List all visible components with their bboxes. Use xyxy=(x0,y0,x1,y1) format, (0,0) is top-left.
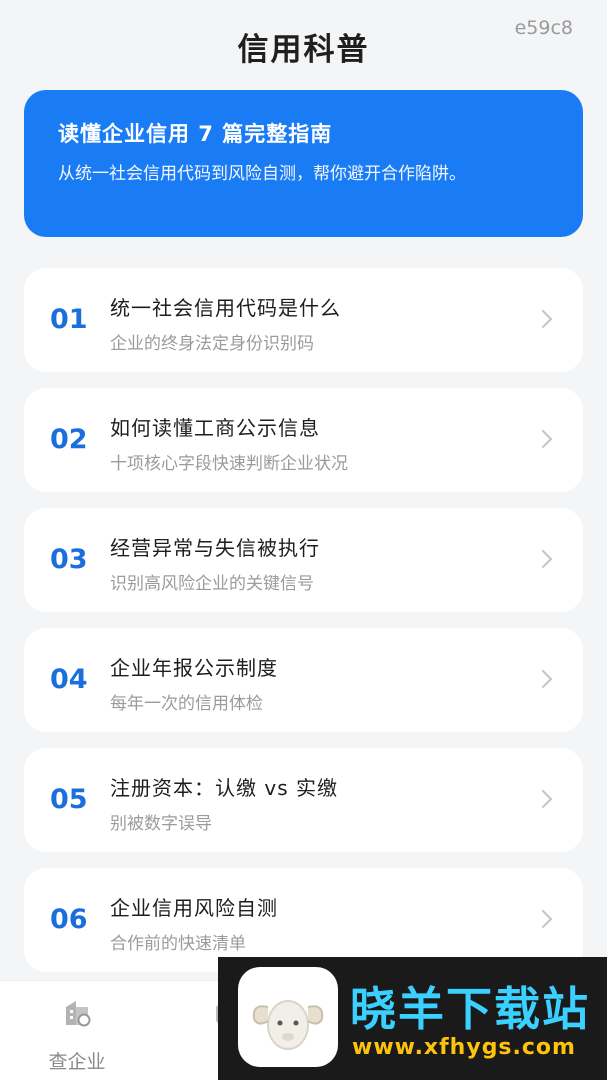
article-subtitle: 每年一次的信用体检 xyxy=(110,694,263,714)
site-watermark: 晓羊下载站 www.xfhygs.com xyxy=(218,957,607,1080)
chevron-right-icon xyxy=(541,669,553,689)
article-subtitle: 合作前的快速清单 xyxy=(110,934,246,954)
article-number: 05 xyxy=(50,784,88,815)
article-title: 统一社会信用代码是什么 xyxy=(110,296,341,320)
sheep-logo-icon xyxy=(238,967,338,1067)
page-tag: e59c8 xyxy=(514,17,573,39)
article-subtitle: 企业的终身法定身份识别码 xyxy=(110,334,314,354)
article-card[interactable]: 02 如何读懂工商公示信息 十项核心字段快速判断企业状况 xyxy=(24,388,583,492)
tab-company-search[interactable]: 查企业 xyxy=(2,981,152,1080)
tab-label: 查企业 xyxy=(48,1051,106,1073)
article-subtitle: 识别高风险企业的关键信号 xyxy=(110,574,314,594)
article-number: 01 xyxy=(50,304,88,335)
chevron-right-icon xyxy=(541,789,553,809)
article-card[interactable]: 04 企业年报公示制度 每年一次的信用体检 xyxy=(24,628,583,732)
banner-description: 从统一社会信用代码到风险自测，帮你避开合作陷阱。 xyxy=(58,164,466,184)
article-title: 注册资本：认缴 vs 实缴 xyxy=(110,776,338,800)
article-subtitle: 十项核心字段快速判断企业状况 xyxy=(110,454,348,474)
banner-title: 读懂企业信用 7 篇完整指南 xyxy=(58,122,333,146)
guide-banner[interactable]: 读懂企业信用 7 篇完整指南 从统一社会信用代码到风险自测，帮你避开合作陷阱。 xyxy=(24,90,583,237)
article-number: 02 xyxy=(50,424,88,455)
article-number: 04 xyxy=(50,664,88,695)
article-number: 06 xyxy=(50,904,88,935)
article-subtitle: 别被数字误导 xyxy=(110,814,212,834)
article-title: 企业年报公示制度 xyxy=(110,656,278,680)
article-card[interactable]: 05 注册资本：认缴 vs 实缴 别被数字误导 xyxy=(24,748,583,852)
article-card[interactable]: 01 统一社会信用代码是什么 企业的终身法定身份识别码 xyxy=(24,268,583,372)
watermark-url: www.xfhygs.com xyxy=(352,1035,576,1060)
chevron-right-icon xyxy=(541,429,553,449)
chevron-right-icon xyxy=(541,909,553,929)
header: 信用科普 e59c8 xyxy=(0,0,607,90)
article-title: 经营异常与失信被执行 xyxy=(110,536,320,560)
watermark-name: 晓羊下载站 xyxy=(350,982,590,1036)
article-title: 如何读懂工商公示信息 xyxy=(110,416,320,440)
article-title: 企业信用风险自测 xyxy=(110,896,278,920)
article-card[interactable]: 03 经营异常与失信被执行 识别高风险企业的关键信号 xyxy=(24,508,583,612)
company-search-icon xyxy=(66,1001,91,1027)
article-number: 03 xyxy=(50,544,88,575)
chevron-right-icon xyxy=(541,549,553,569)
chevron-right-icon xyxy=(541,309,553,329)
